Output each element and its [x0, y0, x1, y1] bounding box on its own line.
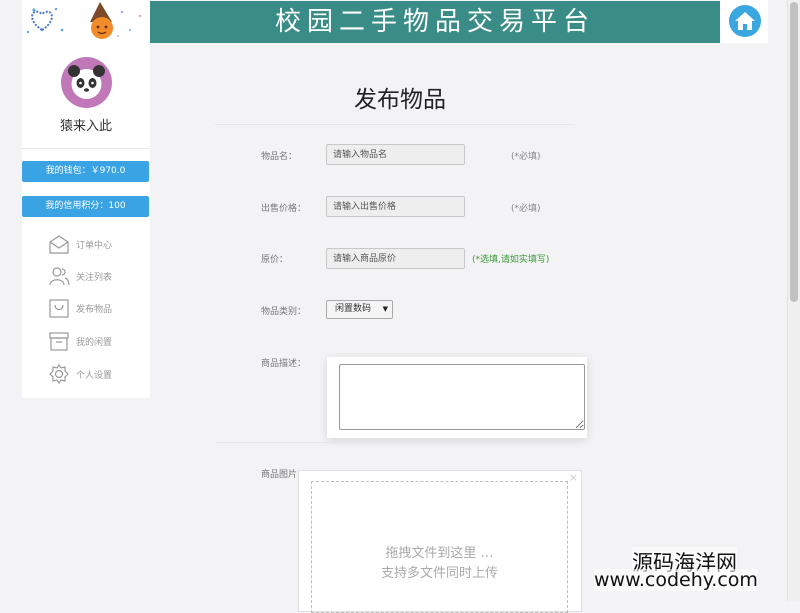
logo-illustration	[26, 2, 142, 39]
mail-icon	[49, 235, 69, 254]
item-name-input[interactable]	[326, 144, 465, 165]
description-label: 商品描述：	[261, 359, 307, 369]
menu-item-idle[interactable]: 我的闲置	[48, 330, 148, 356]
home-icon	[735, 12, 755, 30]
username: 猿来入此	[59, 119, 112, 134]
image-upload-box[interactable]: × 拖拽文件到这里 … 支持多文件同时上传	[298, 470, 582, 613]
description-textarea[interactable]	[339, 364, 585, 430]
users-icon	[49, 267, 70, 286]
site-title: 校园二手物品交易平台	[150, 1, 720, 43]
menu-label-orders: 订单中心	[76, 241, 113, 251]
gear-icon	[49, 363, 69, 385]
title-divider	[215, 124, 575, 125]
menu-item-settings[interactable]: 个人设置	[48, 363, 148, 389]
item-name-label: 物品名：	[261, 152, 298, 162]
sale-price-required-hint: (*必填)	[511, 204, 541, 214]
site-logo	[22, 0, 150, 43]
menu-item-orders[interactable]: 订单中心	[48, 233, 148, 259]
section-divider	[215, 442, 575, 443]
home-button[interactable]	[729, 5, 761, 37]
wallet-button[interactable]: 我的钱包：￥970.0	[22, 161, 149, 182]
credit-button[interactable]: 我的信用积分：100	[22, 196, 149, 217]
scrollbar[interactable]	[787, 0, 800, 601]
dropdown-arrow-icon: ▼	[382, 305, 388, 313]
original-price-label: 原价：	[261, 255, 289, 265]
category-label: 物品类别：	[261, 307, 307, 317]
page-title: 发布物品	[354, 87, 446, 113]
original-price-optional-hint: (*选填,请如实填写)	[472, 255, 550, 265]
upload-hint-drag: 拖拽文件到这里 …	[385, 546, 494, 561]
menu-item-publish[interactable]: 发布物品	[48, 297, 148, 323]
upload-hint-multi: 支持多文件同时上传	[380, 566, 498, 581]
description-panel	[327, 357, 587, 438]
sale-price-label: 出售价格：	[261, 204, 307, 214]
archive-icon	[49, 332, 69, 351]
menu-label-idle: 我的闲置	[76, 338, 113, 348]
avatar[interactable]	[61, 57, 112, 108]
sale-price-input[interactable]	[326, 196, 465, 217]
menu-item-follow[interactable]: 关注列表	[48, 265, 148, 291]
watermark-url: www.codehy.com	[594, 569, 758, 591]
panda-avatar-icon	[68, 65, 105, 99]
original-price-input[interactable]	[326, 248, 465, 269]
close-icon[interactable]: ×	[569, 471, 578, 484]
bag-icon	[49, 299, 69, 318]
menu-label-follow: 关注列表	[76, 273, 113, 283]
sidebar-divider	[22, 148, 150, 149]
upload-drop-zone[interactable]: 拖拽文件到这里 … 支持多文件同时上传	[311, 481, 568, 613]
category-value: 闲置数码	[335, 304, 372, 314]
sidebar: 猿来入此 我的钱包：￥970.0 我的信用积分：100 订单中心 关注列表 发布…	[22, 43, 150, 398]
menu-label-publish: 发布物品	[76, 305, 113, 315]
menu-label-settings: 个人设置	[76, 371, 113, 381]
item-name-required-hint: (*必填)	[511, 152, 541, 162]
scrollbar-thumb[interactable]	[790, 2, 798, 302]
category-select[interactable]: 闲置数码 ▼	[326, 300, 393, 319]
